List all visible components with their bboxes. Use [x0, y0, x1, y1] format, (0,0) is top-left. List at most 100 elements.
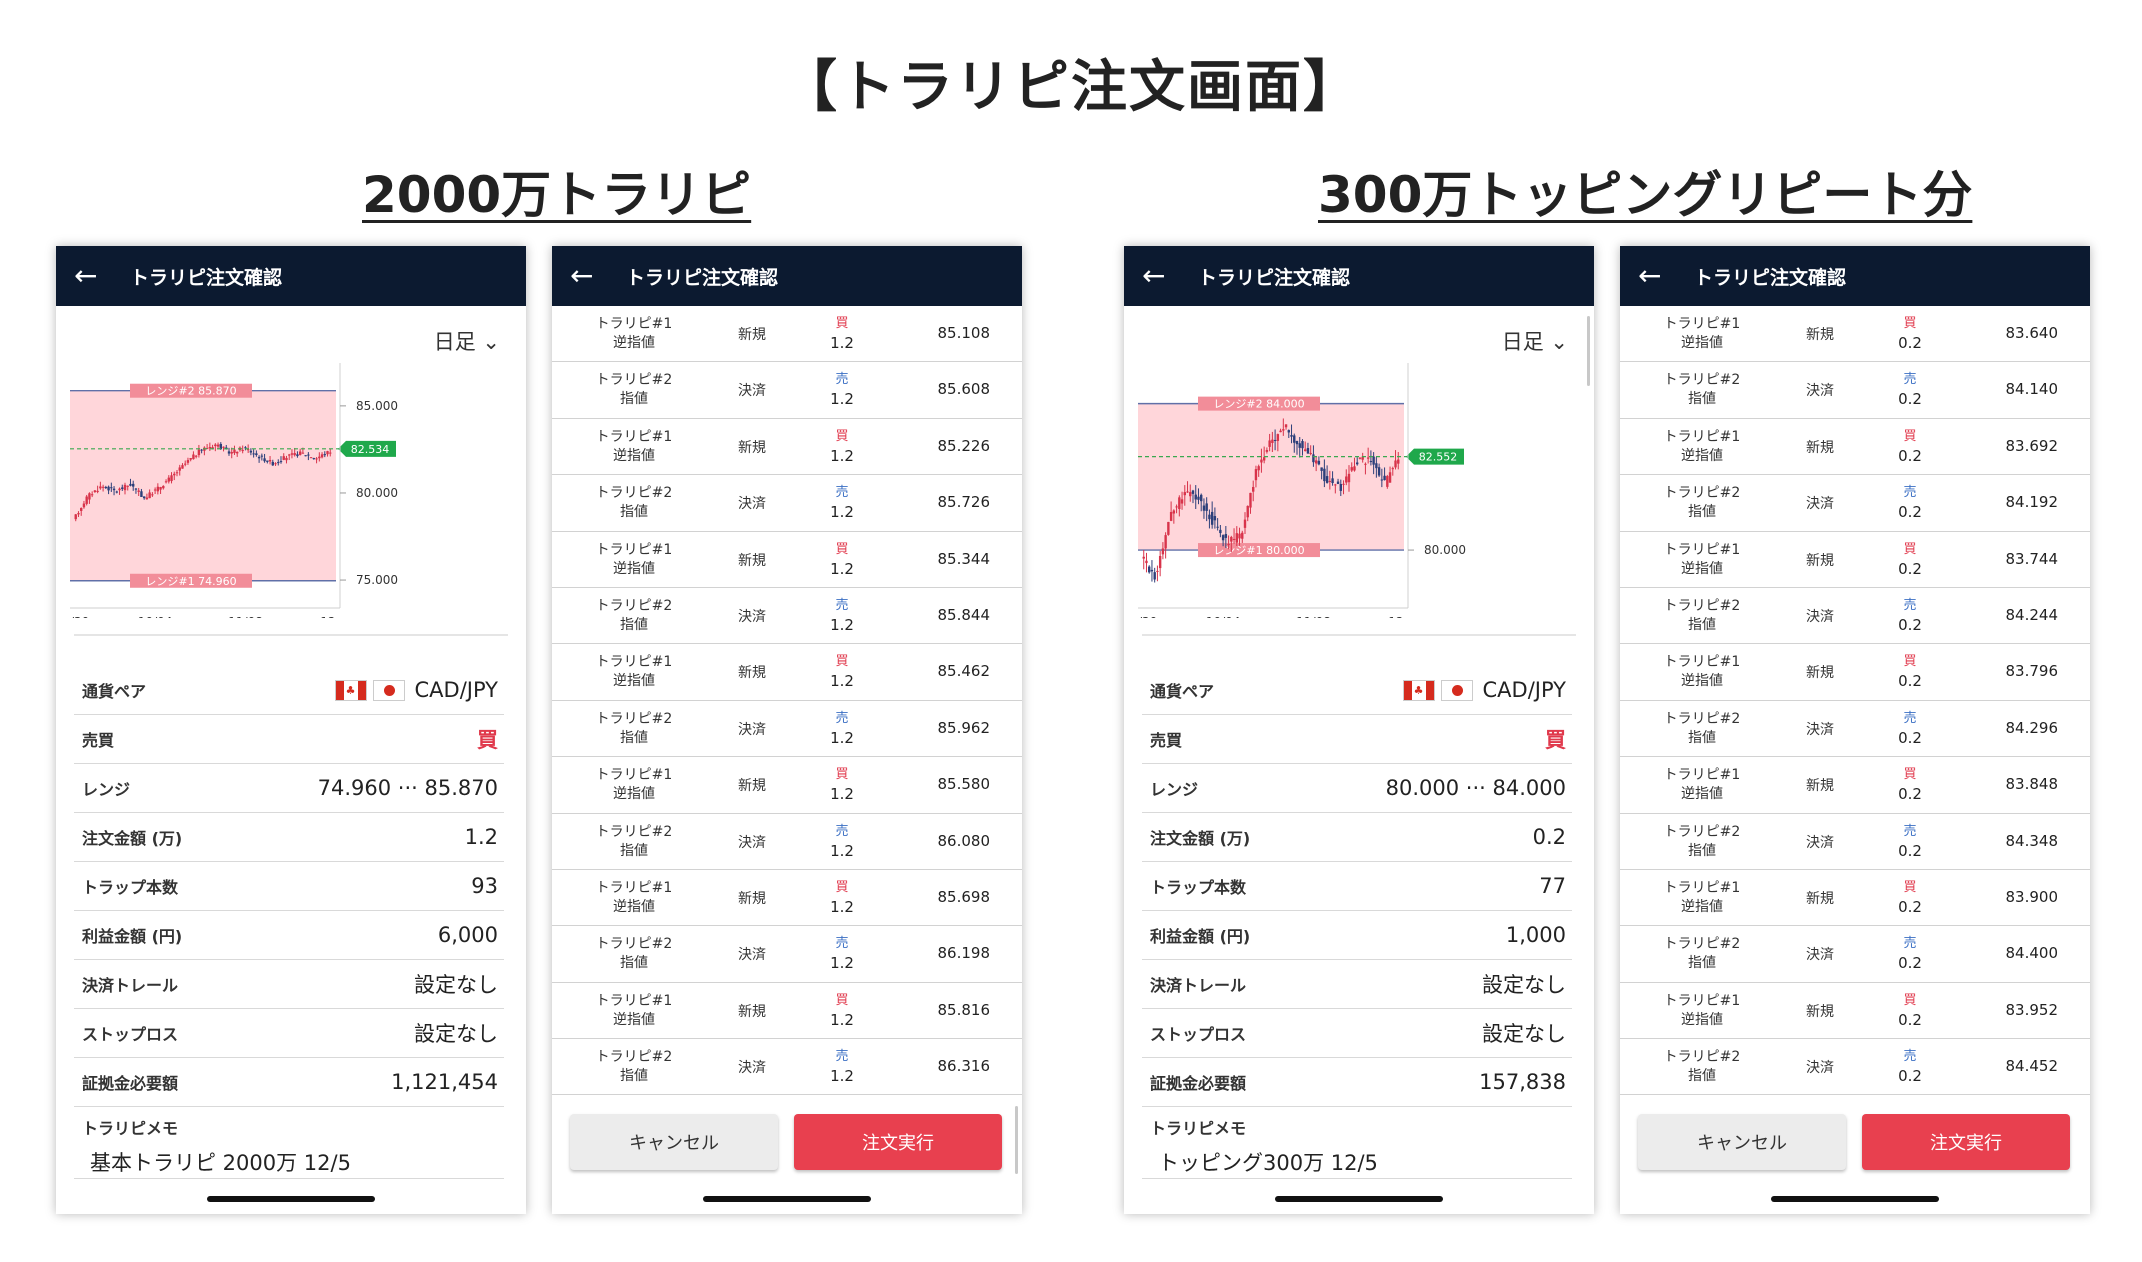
candlestick-chart: レンジ#2 85.870 レンジ#1 74.960 82.534 85.000 80.0…: [70, 363, 398, 618]
order-name-line2: 逆指値: [613, 1011, 655, 1028]
candle-body: [1257, 466, 1260, 471]
candle-body: [1339, 484, 1342, 491]
candle-body: [167, 477, 170, 482]
candle-body: [320, 454, 324, 458]
order-side: 買: [835, 428, 849, 444]
execute-order-button[interactable]: 注文実行: [794, 1114, 1002, 1170]
scrollbar[interactable]: [1587, 316, 1590, 386]
order-name: トラリピ#2 指値: [1642, 597, 1762, 635]
order-side: 売: [835, 823, 849, 839]
order-type: 新規: [1806, 665, 1834, 682]
order-name-line1: トラリピ#1: [595, 316, 673, 332]
candle-body: [192, 454, 195, 460]
order-name-line2: 指値: [620, 504, 648, 521]
period-select[interactable]: 日足 ⌄: [434, 326, 500, 356]
order-summary: 通貨ペア ♣ CAD/JPY 売買 買 レンジ 74.960 ··· 85.87…: [74, 666, 504, 1179]
candle-body: [1301, 441, 1304, 449]
candle-body: [1284, 424, 1288, 428]
candle-body: [214, 444, 217, 447]
order-side: 買: [1903, 654, 1917, 670]
order-name-line1: トラリピ#1: [595, 879, 673, 896]
candle-body: [1331, 478, 1334, 484]
x-tick-label: 10/04: [1206, 615, 1241, 618]
order-name-line2: 逆指値: [1681, 673, 1723, 690]
candle-body: [1243, 519, 1247, 528]
order-name: トラリピ#2 指値: [1642, 823, 1762, 861]
candle-body: [1342, 483, 1345, 485]
cancel-button[interactable]: キャンセル: [570, 1114, 778, 1170]
home-indicator[interactable]: [703, 1196, 871, 1202]
order-name-line1: トラリピ#1: [1663, 992, 1741, 1009]
current-price-label: 82.552: [1419, 451, 1458, 464]
order-name: トラリピ#1 逆指値: [1642, 879, 1762, 917]
order-type: 新規: [1806, 1003, 1834, 1020]
order-name: トラリピ#2 指値: [574, 823, 694, 861]
home-indicator[interactable]: [207, 1196, 375, 1202]
order-side: 売: [1903, 485, 1917, 501]
candle-body: [1249, 492, 1252, 508]
trail-label: 決済トレール: [1150, 976, 1247, 995]
candle-body: [312, 458, 316, 460]
candle-body: [1227, 544, 1230, 546]
order-side: 買: [1903, 428, 1917, 444]
order-price: 83.692: [2005, 436, 2059, 455]
home-indicator[interactable]: [1771, 1196, 1939, 1202]
amount-label: 注文金額 (万): [82, 829, 183, 848]
arrow-left-icon[interactable]: ←: [1638, 262, 1668, 290]
candle-body: [298, 451, 302, 456]
arrow-left-icon[interactable]: ←: [74, 262, 104, 290]
order-list: トラリピ#1 逆指値 新規買 0.2 83.640 トラリピ#2 指値 決済売 0.2 84.14…: [1620, 306, 2090, 1096]
candle-body: [159, 487, 162, 490]
order-row: トラリピ#1 逆指値 新規 買 1.2 85.462: [552, 644, 1022, 701]
order-side: 買: [835, 541, 849, 557]
candle-body: [1230, 536, 1233, 542]
app-header: ← トラリピ注文確認: [56, 246, 526, 306]
order-price: 84.192: [2005, 493, 2059, 512]
order-name-line2: 逆指値: [613, 447, 655, 464]
arrow-left-icon[interactable]: ←: [1142, 262, 1172, 290]
margin-row: 証拠金必要額 1,121,454: [74, 1058, 504, 1107]
y-tick-label: 80.000: [356, 486, 398, 500]
left-orders-screen: ← トラリピ注文確認 トラリピ#1 逆指値 新規買 1.2 85.108 トラリピ#2 指値…: [552, 246, 1022, 1214]
candle-body: [151, 494, 154, 496]
order-price: 85.844: [937, 605, 991, 624]
order-name-line1: トラリピ#2: [1663, 372, 1741, 389]
y-tick-label: 75.000: [356, 573, 398, 587]
candle-body: [1298, 443, 1301, 448]
order-type: 決済: [1806, 496, 1834, 513]
order-side: 買: [835, 879, 849, 895]
candle-body: [1347, 473, 1351, 483]
pair-row: 通貨ペア ♣ CAD/JPY: [1142, 666, 1572, 715]
order-type: 決済: [738, 721, 766, 738]
candle-body: [1175, 506, 1178, 508]
range-band: [1138, 403, 1404, 551]
order-name-line1: トラリピ#2: [595, 1049, 673, 1066]
execute-order-button[interactable]: 注文実行: [1862, 1114, 2070, 1170]
order-list: トラリピ#1 逆指値 新規買 1.2 85.108 トラリピ#2 指値 決済売 1.2 85.60…: [552, 306, 1022, 1096]
candle-body: [1353, 466, 1356, 471]
arrow-left-icon[interactable]: ←: [570, 262, 600, 290]
order-name-line2: 指値: [620, 391, 648, 408]
stoploss-row: ストップロス 設定なし: [1142, 1009, 1572, 1058]
candle-body: [173, 473, 176, 476]
order-amount: 1.2: [830, 954, 854, 973]
candle-body: [194, 455, 198, 457]
candle-body: [1350, 467, 1353, 471]
range-top-label: レンジ#2 85.870: [145, 385, 236, 398]
cancel-button[interactable]: キャンセル: [1638, 1114, 1846, 1170]
home-indicator[interactable]: [1275, 1196, 1443, 1202]
order-name: トラリピ#2 指値: [574, 935, 694, 973]
order-amount: 0.2: [1898, 1067, 1922, 1086]
candle-body: [184, 463, 187, 465]
candle-body: [129, 483, 132, 486]
pair-text: CAD/JPY: [1482, 678, 1567, 702]
candle-body: [271, 461, 274, 466]
candle-body: [1161, 548, 1165, 555]
scrollbar[interactable]: [1015, 1106, 1018, 1174]
order-name-line2: 指値: [620, 1068, 648, 1085]
order-side: 売: [1903, 710, 1917, 726]
memo-value: 基本トラリピ 2000万 12/5: [90, 1151, 351, 1175]
period-select[interactable]: 日足 ⌄: [1502, 326, 1568, 356]
range-row: レンジ 74.960 ··· 85.870: [74, 764, 504, 813]
order-side: 買: [1903, 316, 1917, 331]
